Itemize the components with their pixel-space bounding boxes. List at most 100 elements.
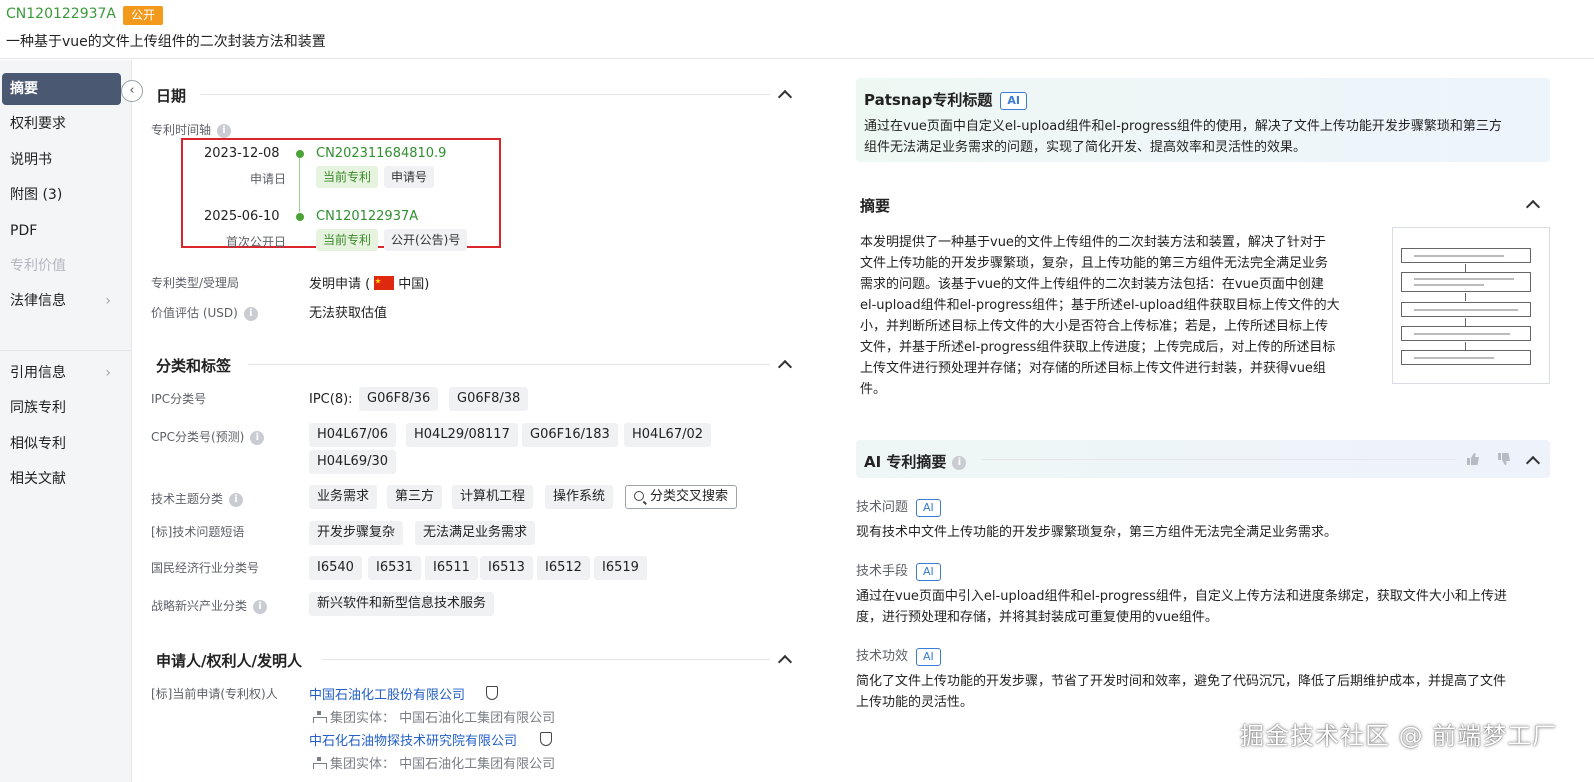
sidebar-item-literature[interactable]: 相关文献 xyxy=(2,463,121,495)
sidebar-item-drawings[interactable]: 附图 (3) xyxy=(2,179,121,211)
problem-tag[interactable]: 开发步骤复杂 xyxy=(309,521,404,545)
search-icon xyxy=(634,491,644,501)
cpc-label: CPC分类号(预测) i xyxy=(151,428,265,445)
sidebar-divider xyxy=(0,350,131,351)
timeline-dot xyxy=(296,150,304,158)
patsnap-title-heading: Patsnap专利标题 AI xyxy=(864,89,1027,110)
patent-title: 一种基于vue的文件上传组件的二次封装方法和装置 xyxy=(6,34,326,50)
collapse-abstract-icon[interactable] xyxy=(1524,197,1542,211)
abstract-line: 件。 xyxy=(860,382,887,397)
number-type-tag: 申请号 xyxy=(384,166,435,188)
collapse-dates-icon[interactable] xyxy=(776,87,794,101)
watermark-text: 掘金技术社区 @ 前端梦工厂 xyxy=(1240,722,1558,750)
topic-tag[interactable]: 操作系统 xyxy=(545,485,614,509)
cpc-tag[interactable]: H04L29/08117 xyxy=(406,423,518,447)
applicant-link[interactable]: 中石化石油物探技术研究院有限公司 xyxy=(309,730,517,749)
abstract-line: 本发明提供了一种基于vue的文件上传组件的二次封装方法和装置，解决了针对于 xyxy=(860,235,1326,250)
sidebar-item-family[interactable]: 同族专利 xyxy=(2,392,121,424)
sidebar-item-label: 相似专利 xyxy=(10,436,66,452)
section-divider xyxy=(200,94,770,95)
timeline-connector xyxy=(299,158,300,212)
ai-badge: AI xyxy=(1000,91,1027,110)
sidebar-item-similar[interactable]: 相似专利 xyxy=(2,428,121,460)
sidebar-item-description[interactable]: 说明书 xyxy=(2,144,121,176)
sidebar-item-abstract[interactable]: 摘要 xyxy=(2,73,121,105)
info-icon[interactable]: i xyxy=(253,599,268,614)
cpc-tag[interactable]: G06F16/183 xyxy=(522,423,618,447)
industry-tag[interactable]: I6519 xyxy=(594,556,647,580)
topic-tag[interactable]: 第三方 xyxy=(387,485,443,509)
cross-search-button[interactable]: 分类交叉搜索 xyxy=(625,485,738,509)
info-icon[interactable]: i xyxy=(229,492,244,507)
tech-effect-text: 简化了文件上传功能的开发步骤，节省了开发时间和效率，避免了代码沉冗，降低了后期维… xyxy=(856,674,1507,689)
tech-problem-label: 技术问题 AI xyxy=(856,496,941,517)
problem-tag[interactable]: 无法满足业务需求 xyxy=(415,521,536,545)
patsnap-title-text: 通过在vue页面中自定义el-upload组件和el-progress组件的使用… xyxy=(864,119,1502,134)
sidebar-item-label: 权利要求 xyxy=(10,116,66,132)
collapse-classification-icon[interactable] xyxy=(776,357,794,371)
flowchart-step xyxy=(1401,302,1531,317)
sidebar-item-label: 同族专利 xyxy=(10,400,66,416)
tech-means-text: 度，进行预处理和存储，并将其封装成可重复使用的vue组件。 xyxy=(856,610,1218,625)
ipc-prefix: IPC(8): xyxy=(309,392,353,407)
tech-means-text: 通过在vue页面中引入el-upload组件和el-progress组件，自定义… xyxy=(856,589,1507,604)
sidebar-item-claims[interactable]: 权利要求 xyxy=(2,108,121,140)
tech-means-label: 技术手段 AI xyxy=(856,560,941,581)
timeline-date: 2023-12-08 xyxy=(204,146,280,161)
industry-tag[interactable]: I6540 xyxy=(309,556,362,580)
org-chart-icon xyxy=(313,711,327,723)
cpc-tag[interactable]: H04L67/02 xyxy=(624,423,712,447)
sidebar-item-pdf[interactable]: PDF xyxy=(2,215,121,247)
topic-tag[interactable]: 计算机工程 xyxy=(452,485,534,509)
sidebar-item-citations[interactable]: 引用信息 › xyxy=(2,357,121,389)
industry-tag[interactable]: I6512 xyxy=(537,556,590,580)
info-icon[interactable]: i xyxy=(952,455,967,470)
applicants-section-title: 申请人/权利人/发明人 xyxy=(156,652,302,670)
abstract-line: 文件上传功能的开发步骤繁琐，复杂，且上传功能的第三方组件无法完全满足业务 xyxy=(860,256,1329,271)
sidebar-item-legal[interactable]: 法律信息 › xyxy=(2,285,121,317)
industry-tag[interactable]: I6511 xyxy=(425,556,478,580)
ipc-tag[interactable]: G06F8/38 xyxy=(449,387,529,411)
strategic-tag[interactable]: 新兴软件和新型信息技术服务 xyxy=(309,592,495,616)
section-divider xyxy=(322,659,770,660)
ipc-label: IPC分类号 xyxy=(151,392,207,406)
publication-number-link[interactable]: CN120122937A xyxy=(316,209,418,224)
ipc-tag[interactable]: G06F8/36 xyxy=(359,387,439,411)
tech-problem-text: 现有技术中文件上传功能的开发步骤繁琐复杂，第三方组件无法完全满足业务需求。 xyxy=(856,525,1338,540)
cpc-tag[interactable]: H04L69/30 xyxy=(309,450,397,474)
info-icon[interactable]: i xyxy=(217,123,232,138)
timeline-sub-label: 首次公开日 xyxy=(226,235,287,249)
current-patent-tag: 当前专利 xyxy=(316,229,379,251)
info-icon[interactable]: i xyxy=(250,430,265,445)
topic-tag[interactable]: 业务需求 xyxy=(309,485,378,509)
sidebar-item-value: 专利价值 xyxy=(2,250,121,282)
applicant-link[interactable]: 中国石油化工股份有限公司 xyxy=(309,684,465,703)
ai-badge: AI xyxy=(916,498,941,517)
sidebar-collapse-button[interactable]: ‹ xyxy=(121,80,143,102)
industry-tag[interactable]: I6531 xyxy=(368,556,421,580)
collapse-applicants-icon[interactable] xyxy=(776,652,794,666)
org-chart-icon xyxy=(313,757,327,769)
shield-icon xyxy=(486,686,498,700)
info-icon[interactable]: i xyxy=(243,306,258,321)
ai-badge: AI xyxy=(916,562,941,581)
patent-type-label: 专利类型/受理局 xyxy=(151,276,240,290)
publication-number[interactable]: CN120122937A xyxy=(6,6,116,22)
china-flag-icon xyxy=(374,276,395,290)
flowchart-step xyxy=(1401,350,1531,365)
sidebar-item-label: 专利价值 xyxy=(10,258,66,274)
thumbs-up-icon[interactable] xyxy=(1466,452,1480,466)
tech-effect-label: 技术功效 AI xyxy=(856,645,941,666)
thumbs-down-icon[interactable] xyxy=(1497,452,1511,466)
ai-summary-heading: AI 专利摘要 i xyxy=(864,451,967,472)
patent-type-value: 发明申请 (中国) xyxy=(309,276,430,292)
sidebar-item-label: 相关文献 xyxy=(10,471,66,487)
application-number-link[interactable]: CN202311684810.9 xyxy=(316,146,446,161)
collapse-ai-summary-icon[interactable] xyxy=(1524,453,1542,467)
number-type-tag: 公开(公告)号 xyxy=(384,229,468,251)
industry-tag[interactable]: I6513 xyxy=(480,556,533,580)
cpc-tag[interactable]: H04L67/06 xyxy=(309,423,397,447)
ai-badge: AI xyxy=(916,647,941,666)
abstract-drawing-thumbnail[interactable] xyxy=(1392,227,1550,384)
abstract-line: 上传文件进行预处理并存储；对存储的所述目标上传文件进行封装，并获得vue组 xyxy=(860,361,1326,376)
